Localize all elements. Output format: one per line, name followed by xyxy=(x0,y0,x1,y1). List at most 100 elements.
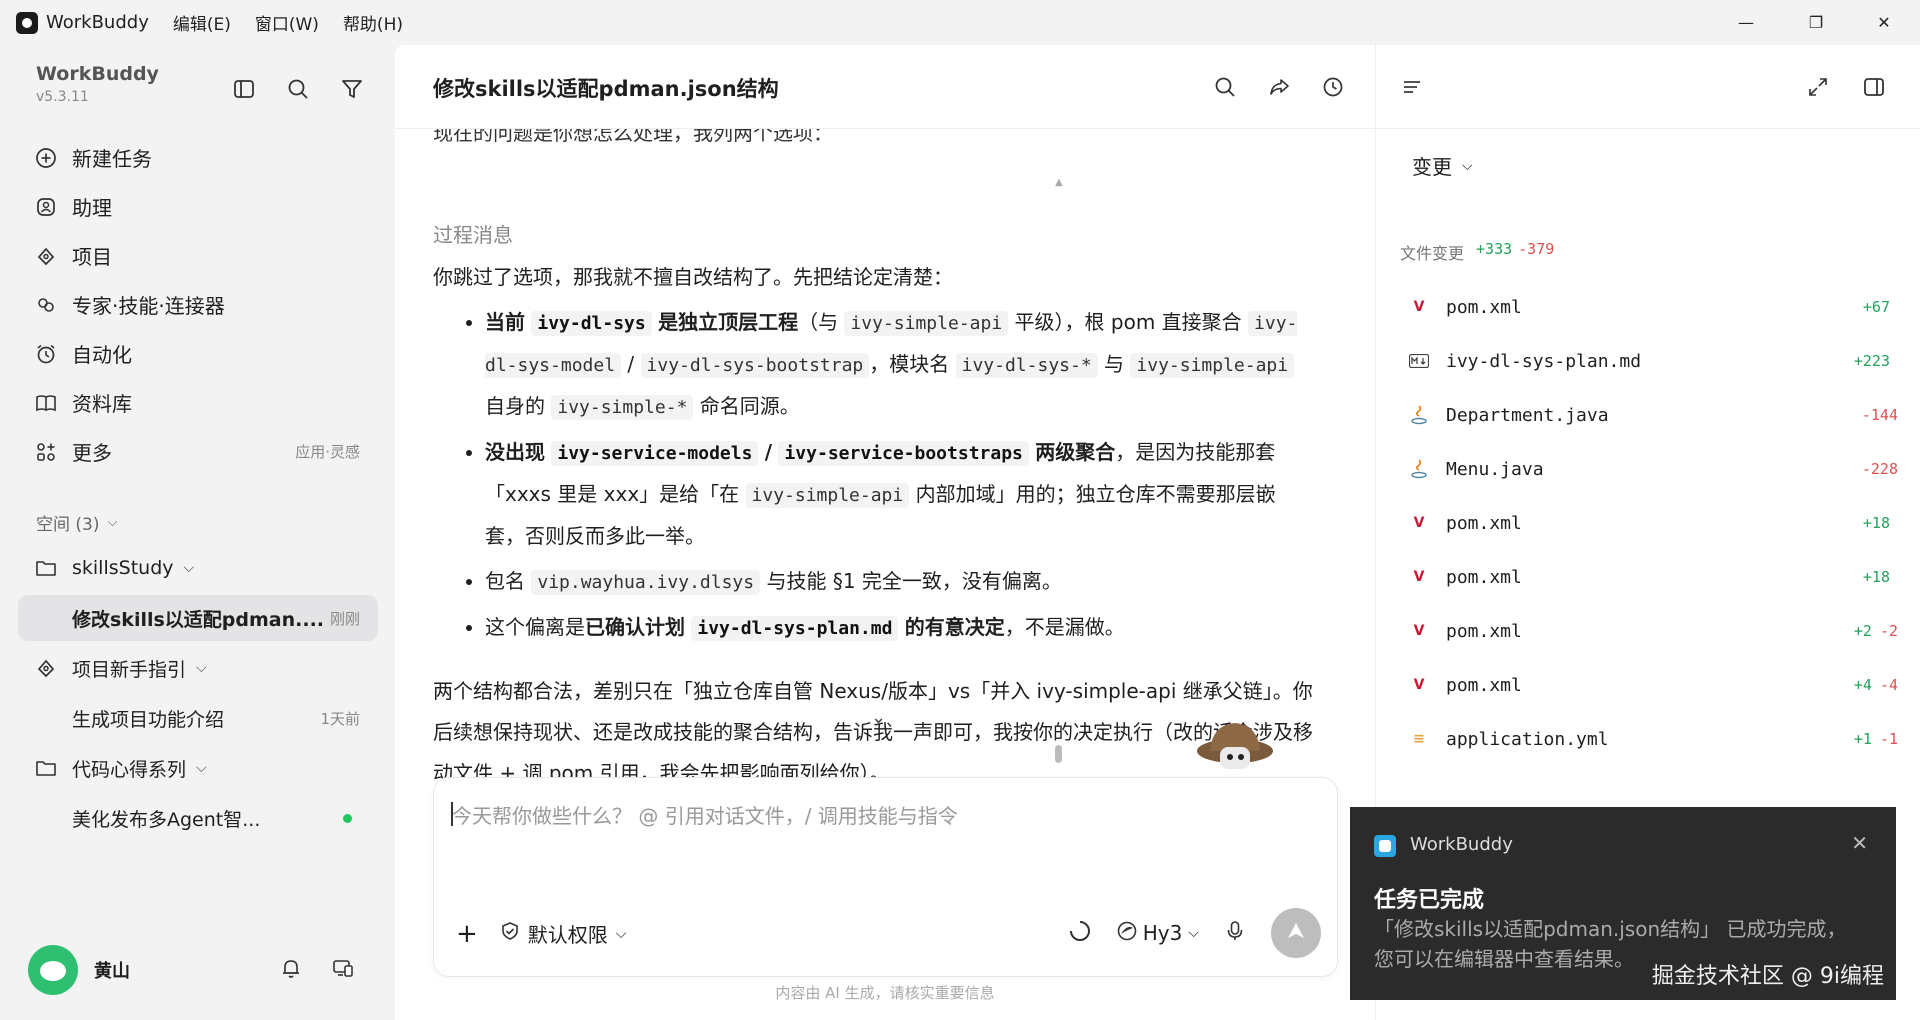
file-additions: +1 xyxy=(1853,730,1872,748)
user-profile[interactable]: 黄山 xyxy=(28,945,130,995)
list-item[interactable]: V pom.xml +2 -2 xyxy=(1408,604,1898,658)
list-item[interactable]: V pom.xml +67 xyxy=(1408,280,1898,334)
task-multi-agent[interactable]: 美化发布多Agent智... xyxy=(18,795,378,841)
restore-button[interactable]: ❐ xyxy=(1786,0,1846,45)
bold-text: / xyxy=(764,440,773,464)
add-attachment-icon[interactable]: + xyxy=(456,921,478,947)
menu-edit[interactable]: 编辑(E) xyxy=(173,10,231,35)
scroll-up-icon[interactable]: ▲ xyxy=(1055,177,1063,188)
search-icon[interactable] xyxy=(1211,73,1239,101)
composer-input[interactable]: 今天帮你做些什么？ @ 引用对话文件，/ 调用技能与指令 xyxy=(452,800,958,829)
text: 与 xyxy=(1104,352,1125,376)
list-menu-icon[interactable] xyxy=(1398,73,1426,101)
minimize-button[interactable]: — xyxy=(1716,0,1776,45)
list-item[interactable]: ivy-dl-sys-plan.md +223 xyxy=(1408,334,1898,388)
panel-toggle-icon[interactable] xyxy=(1860,73,1888,101)
filter-icon[interactable] xyxy=(338,75,366,103)
folder-code-notes[interactable]: 代码心得系列 ⌵ xyxy=(18,745,378,791)
nav-automation[interactable]: 自动化 xyxy=(18,329,378,378)
folder-onboarding[interactable]: 项目新手指引 ⌵ xyxy=(18,645,378,691)
file-deletions: -4 xyxy=(1879,676,1898,694)
tree-label: skillsStudy xyxy=(72,557,174,579)
changes-panel-header xyxy=(1376,45,1920,129)
list-item[interactable]: Menu.java -228 xyxy=(1408,442,1898,496)
process-message-label[interactable]: 过程消息 xyxy=(433,219,513,248)
bold-text: 是独立顶层工程 xyxy=(658,310,799,334)
space-label: 空间 (3) xyxy=(36,515,100,535)
task-feature-intro[interactable]: 生成项目功能介绍 1天前 xyxy=(18,695,378,741)
maven-icon: V xyxy=(1413,515,1425,531)
task-current[interactable]: 修改skills以适配pdman.... 刚刚 xyxy=(18,595,378,641)
inline-code: ivy-simple-* xyxy=(551,395,694,420)
list-item[interactable]: V pom.xml +4 -4 xyxy=(1408,658,1898,712)
model-selector[interactable]: Hy3 ⌵ xyxy=(1117,921,1199,946)
list-item[interactable]: V pom.xml +18 xyxy=(1408,496,1898,550)
summary-label: 文件变更 xyxy=(1400,244,1465,263)
send-button[interactable] xyxy=(1271,908,1321,958)
user-name: 黄山 xyxy=(94,961,130,982)
chat-scroll-area[interactable]: 现在的问题是你想怎么处理，我列两个选项： 过程消息 你跳过了选项，那我就不擅自改… xyxy=(433,129,1313,789)
nav-assistant[interactable]: 助理 xyxy=(18,182,378,231)
new-task-icon xyxy=(34,146,58,170)
text: （与 xyxy=(798,310,839,334)
watermark: 掘金技术社区 @ 9i编程 xyxy=(1651,964,1884,989)
text: 平级），根 pom 直接聚合 xyxy=(1014,310,1242,334)
changes-tab[interactable]: 变更 ⌵ xyxy=(1412,151,1473,180)
nav-more[interactable]: 更多 应用·灵感 xyxy=(18,427,378,476)
bell-icon[interactable] xyxy=(280,957,302,984)
space-header[interactable]: 空间 (3) ⌵ xyxy=(36,510,117,535)
history-icon[interactable] xyxy=(1319,73,1347,101)
menu-window[interactable]: 窗口(W) xyxy=(255,10,319,35)
completion-toast[interactable]: WorkBuddy ✕ 任务已完成 「修改skills以适配pdman.json… xyxy=(1350,807,1896,1000)
nav-experts[interactable]: 专家·技能·连接器 xyxy=(18,280,378,329)
message-paragraph: 两个结构都合法，差别只在「独立仓库自管 Nexus/版本」vs「并入 ivy-s… xyxy=(433,679,1313,785)
text: 包名 xyxy=(485,569,525,593)
inline-code: ivy-dl-sys-* xyxy=(955,353,1098,378)
microphone-icon[interactable] xyxy=(1225,920,1245,947)
toast-close-button[interactable]: ✕ xyxy=(1851,831,1868,855)
maven-icon: V xyxy=(1413,623,1425,639)
file-additions: +18 xyxy=(1862,568,1890,586)
list-item[interactable]: V pom.xml +18 xyxy=(1408,550,1898,604)
inline-code: ivy-simple-api xyxy=(745,483,910,508)
close-button[interactable]: ✕ xyxy=(1854,0,1914,45)
folder-skillsstudy[interactable]: skillsStudy ⌵ xyxy=(18,545,378,591)
list-item: 包名 vip.wayhua.ivy.dlsys 与技能 §1 完全一致，没有偏离… xyxy=(485,561,1313,603)
chevron-down-icon: ⌵ xyxy=(1188,925,1199,941)
file-name: pom.xml xyxy=(1446,674,1522,696)
inline-code: ivy-service-bootstraps xyxy=(778,441,1029,466)
app-name: WorkBuddy xyxy=(46,12,149,33)
file-deletions: -228 xyxy=(1861,460,1898,478)
permission-selector[interactable]: 默认权限 ⌵ xyxy=(500,919,626,948)
file-additions: +4 xyxy=(1853,676,1872,694)
message-intro: 你跳过了选项，那我就不擅自改结构了。先把结论定清楚： xyxy=(433,265,953,289)
scroll-down-icon[interactable]: ⌄ xyxy=(871,707,886,728)
nav-new-task[interactable]: 新建任务 xyxy=(18,133,378,182)
device-icon[interactable] xyxy=(332,957,354,984)
menu-help[interactable]: 帮助(H) xyxy=(343,10,403,35)
file-name: pom.xml xyxy=(1446,296,1522,318)
composer[interactable]: 今天帮你做些什么？ @ 引用对话文件，/ 调用技能与指令 + 默认权限 ⌵ Hy… xyxy=(433,777,1338,977)
list-item[interactable]: ≡ application.yml +1 -1 xyxy=(1408,712,1898,766)
sidebar-toggle-icon[interactable] xyxy=(230,75,258,103)
nav-projects[interactable]: 项目 xyxy=(18,231,378,280)
nav-library[interactable]: 资料库 xyxy=(18,378,378,427)
expand-icon[interactable] xyxy=(1804,73,1832,101)
list-item[interactable]: Department.java -144 xyxy=(1408,388,1898,442)
experts-icon xyxy=(34,293,58,317)
share-icon[interactable] xyxy=(1265,73,1293,101)
search-icon[interactable] xyxy=(284,75,312,103)
markdown-icon xyxy=(1408,350,1430,372)
file-name: pom.xml xyxy=(1446,566,1522,588)
sidebar: WorkBuddy v5.3.11 新建任务 助理 项目 专家·技能·连接器 自… xyxy=(0,45,395,1020)
inline-code: ivy-dl-sys-plan.md xyxy=(691,616,899,641)
file-changes-summary: 文件变更 +333 -379 xyxy=(1400,240,1554,264)
chat-scrollbar[interactable]: ▲ xyxy=(1055,177,1063,775)
bold-text: 没出现 xyxy=(485,440,545,464)
yaml-icon: ≡ xyxy=(1413,731,1425,747)
file-deletions: -1 xyxy=(1879,730,1898,748)
nav-more-extra[interactable]: 应用·灵感 xyxy=(295,441,360,462)
scroll-thumb[interactable] xyxy=(1055,745,1062,763)
bold-text: 的有意决定 xyxy=(904,615,1005,639)
model-logo-icon xyxy=(1117,921,1137,946)
